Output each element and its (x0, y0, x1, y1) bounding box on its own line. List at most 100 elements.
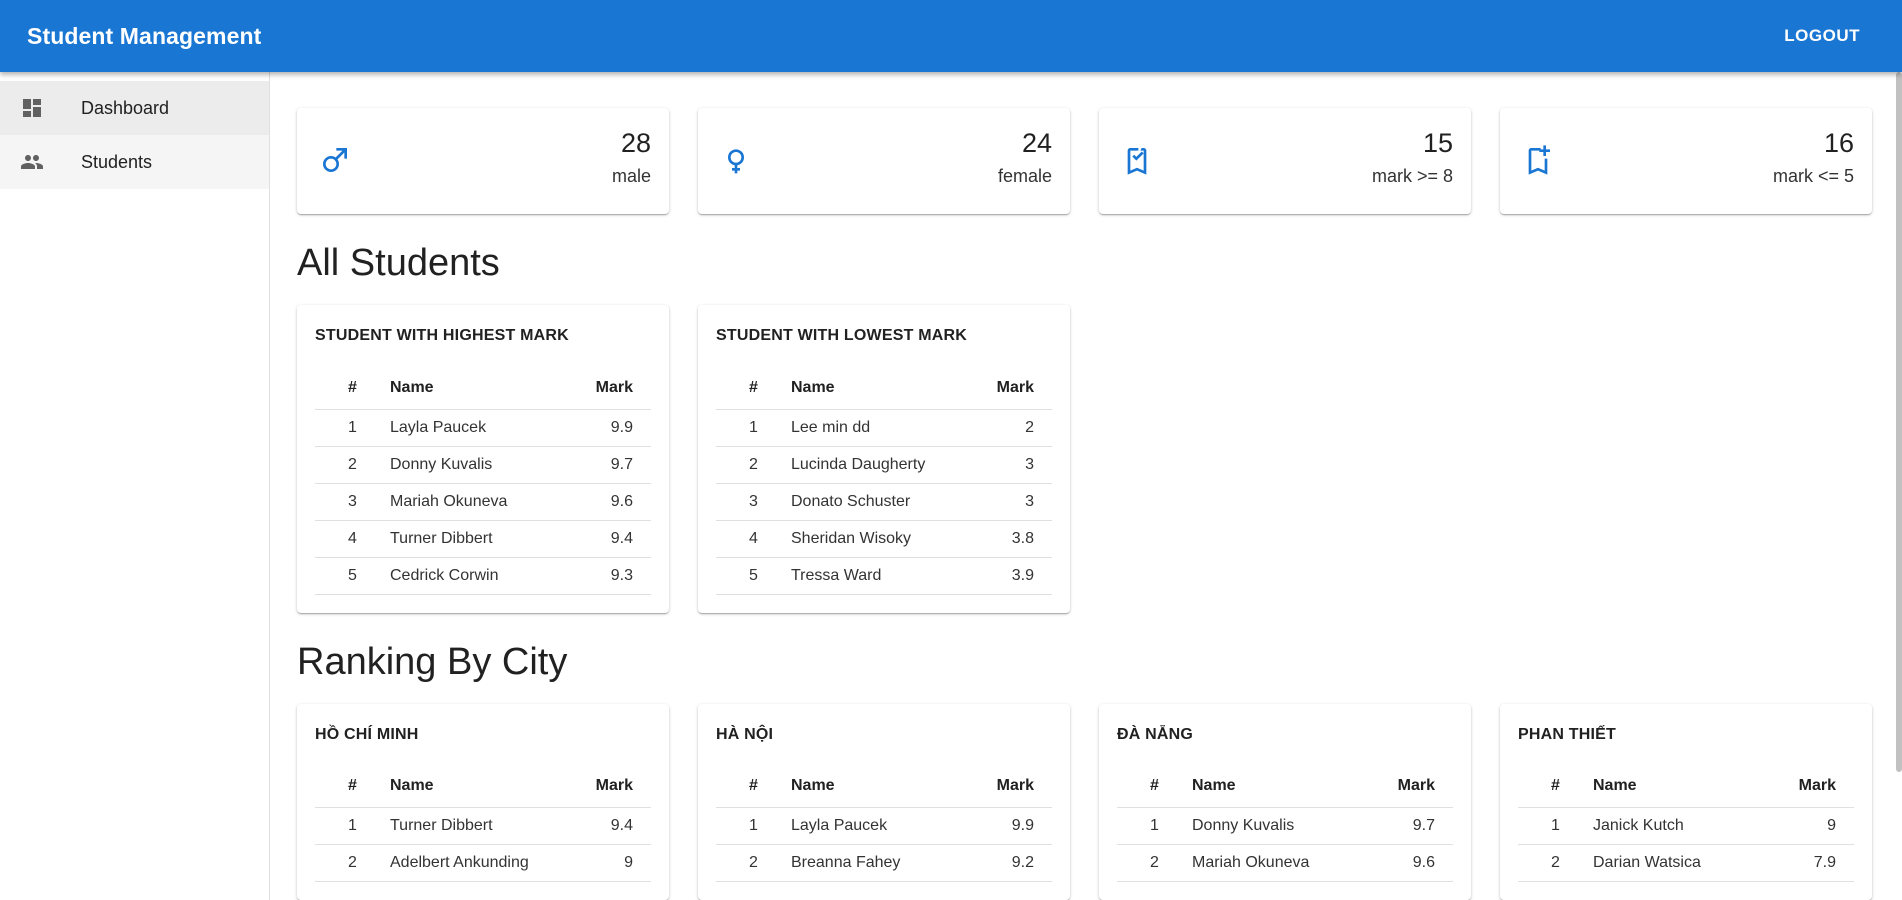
column-header-name: Name (390, 367, 568, 410)
sidebar: Dashboard Students (0, 72, 270, 900)
lowest-mark-table: # Name Mark 1 Lee min dd 2 2 Lucinda Daughe… (716, 367, 1052, 595)
row-index: 2 (716, 844, 791, 882)
table-row: 5 Tressa Ward 3.9 (716, 557, 1052, 595)
row-mark: 9.2 (964, 844, 1052, 882)
row-index: 1 (315, 409, 390, 447)
table-row: 1 Turner Dibbert 9.4 (315, 807, 651, 845)
stat-label: mark <= 5 (1772, 166, 1854, 186)
column-header-index: # (1117, 765, 1192, 808)
row-index: 1 (716, 807, 791, 845)
row-index: 1 (1117, 807, 1192, 845)
lowest-mark-card: STUDENT WITH LOWEST MARK # Name Mark 1 Le… (698, 305, 1070, 613)
city-card-phan-thiet: PHAN THIẾT # Name Mark 1 Janick Kutch 9 2D… (1500, 703, 1872, 900)
row-index: 2 (315, 446, 390, 484)
sidebar-item-students[interactable]: Students (0, 135, 269, 189)
table-header-row: # Name Mark (1117, 765, 1453, 808)
row-name: Donny Kuvalis (1192, 807, 1370, 845)
stat-value: 16 (1823, 128, 1854, 158)
female-icon (720, 144, 752, 176)
city-table: # Name Mark 1 Layla Paucek 9.9 2 Breanna Fa… (716, 765, 1052, 882)
card-title: STUDENT WITH HIGHEST MARK (315, 327, 569, 344)
row-index: 1 (315, 807, 390, 845)
row-mark: 9 (576, 844, 651, 882)
row-name: Mariah Okuneva (390, 483, 568, 521)
row-index: 5 (716, 557, 791, 595)
row-name: Layla Paucek (791, 807, 965, 845)
dashboard-icon (20, 96, 44, 120)
bookmark-plus-icon (1522, 144, 1554, 176)
column-header-index: # (716, 765, 791, 808)
stat-card-mark-low: 16 mark <= 5 (1500, 108, 1872, 214)
column-header-name: Name (1192, 765, 1370, 808)
row-index: 3 (315, 483, 390, 521)
row-index: 2 (315, 844, 390, 882)
row-name: Turner Dibbert (390, 520, 568, 558)
row-name: Turner Dibbert (390, 807, 577, 845)
row-name: Donny Kuvalis (390, 446, 568, 484)
app-bar: Student Management LOGOUT (0, 0, 1902, 72)
row-mark: 7.9 (1765, 844, 1854, 882)
people-icon (20, 150, 44, 174)
table-row: 2 Donny Kuvalis 9.7 (315, 446, 651, 484)
row-name: Darian Watsica (1593, 844, 1766, 882)
table-row: 1 Lee min dd 2 (716, 409, 1052, 447)
table-row: 5 Cedrick Corwin 9.3 (315, 557, 651, 595)
city-table: # Name Mark 1 Turner Dibbert 9.4 2 Adelbert… (315, 765, 651, 882)
row-index: 2 (716, 446, 791, 484)
table-row: 4 Turner Dibbert 9.4 (315, 520, 651, 558)
row-name: Mariah Okuneva (1192, 844, 1370, 882)
column-header-name: Name (791, 765, 965, 808)
stat-label: female (997, 166, 1052, 186)
section-title-all-students: All Students (297, 242, 500, 284)
row-index: 2 (1518, 844, 1593, 882)
column-header-mark: Mark (576, 765, 651, 808)
table-header-row: # Name Mark (716, 367, 1052, 410)
bookmark-check-icon (1121, 144, 1153, 176)
stat-label: mark >= 8 (1371, 166, 1453, 186)
row-mark: 9.3 (567, 557, 651, 595)
row-name: Breanna Fahey (791, 844, 965, 882)
column-header-mark: Mark (1765, 765, 1854, 808)
row-mark: 3 (975, 483, 1052, 521)
row-index: 3 (716, 483, 791, 521)
logout-button[interactable]: LOGOUT (1772, 18, 1872, 54)
column-header-mark: Mark (1369, 765, 1453, 808)
stat-card-male: 28 male (297, 108, 669, 214)
stat-value: 28 (620, 128, 651, 158)
all-students-tables: STUDENT WITH HIGHEST MARK # Name Mark 1L… (297, 305, 1872, 613)
city-card-ha-noi: HÀ NỘI # Name Mark 1 Layla Paucek 9.9 2 Bre… (698, 703, 1070, 900)
row-mark: 9.9 (567, 409, 651, 447)
male-icon (319, 144, 351, 176)
city-card-ho-chi-minh: HỒ CHÍ MINH # Name Mark 1 Turner Dibbert 9… (297, 703, 669, 900)
column-header-index: # (315, 367, 390, 410)
row-mark: 2 (975, 409, 1052, 447)
highest-mark-card: STUDENT WITH HIGHEST MARK # Name Mark 1L… (297, 305, 669, 613)
column-header-name: Name (1593, 765, 1766, 808)
row-mark: 9.7 (567, 446, 651, 484)
column-header-mark: Mark (567, 367, 651, 410)
row-mark: 9.4 (576, 807, 651, 845)
table-row: 2 Darian Watsica 7.9 (1518, 844, 1854, 882)
table-row: 2 Adelbert Ankunding 9 (315, 844, 651, 882)
stat-value: 15 (1422, 128, 1453, 158)
row-index: 4 (315, 520, 390, 558)
column-header-name: Name (390, 765, 577, 808)
stat-label: male (611, 166, 651, 186)
table-row: 4 Sheridan Wisoky 3.8 (716, 520, 1052, 558)
row-mark: 3 (975, 446, 1052, 484)
table-row: 3 Donato Schuster 3 (716, 483, 1052, 521)
row-index: 5 (315, 557, 390, 595)
stat-card-mark-high: 15 mark >= 8 (1099, 108, 1471, 214)
row-name: Lucinda Daugherty (791, 446, 976, 484)
column-header-index: # (315, 765, 390, 808)
scrollbar[interactable] (1896, 72, 1902, 772)
card-title: HỒ CHÍ MINH (315, 725, 419, 743)
table-row: 1 Donny Kuvalis 9.7 (1117, 807, 1453, 845)
table-row: 1 Layla Paucek 9.9 (716, 807, 1052, 845)
row-mark: 3.9 (975, 557, 1052, 595)
card-title: STUDENT WITH LOWEST MARK (716, 327, 967, 344)
row-name: Sheridan Wisoky (791, 520, 976, 558)
sidebar-item-dashboard[interactable]: Dashboard (0, 81, 269, 135)
table-row: 1 Janick Kutch 9 (1518, 807, 1854, 845)
sidebar-item-label: Students (81, 151, 153, 172)
